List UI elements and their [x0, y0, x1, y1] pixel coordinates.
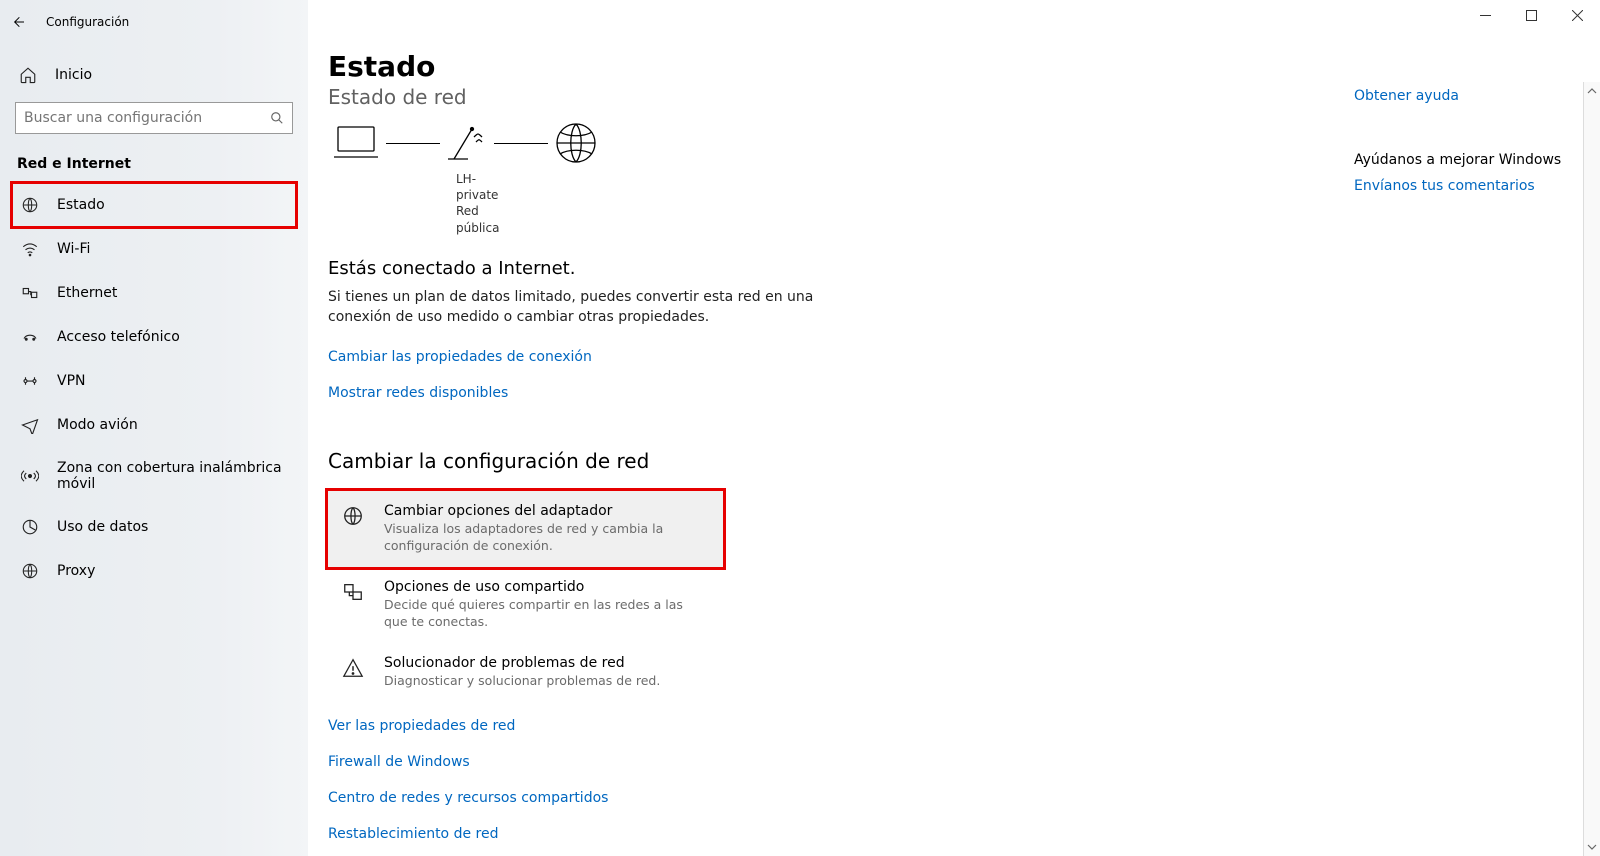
option-title: Cambiar opciones del adaptador — [384, 503, 709, 519]
sidebar-item-proxy[interactable]: Proxy — [15, 550, 293, 592]
search-icon — [270, 111, 284, 125]
diagram-labels: LH-private Red pública — [328, 171, 456, 236]
back-button[interactable] — [10, 14, 30, 30]
option-title: Opciones de uso compartido — [384, 579, 709, 595]
sidebar-item-label: Wi-Fi — [57, 241, 90, 257]
search-box[interactable] — [15, 102, 293, 134]
sidebar-item-label: Zona con cobertura inalámbrica móvil — [57, 460, 287, 492]
dialup-icon — [21, 328, 39, 346]
data-usage-icon — [21, 518, 39, 536]
sidebar-home-label: Inicio — [55, 67, 92, 83]
sidebar-item-wifi[interactable]: Wi-Fi — [15, 228, 293, 270]
sidebar-item-label: Modo avión — [57, 417, 138, 433]
titlebar: Configuración — [0, 4, 308, 40]
close-button[interactable] — [1554, 0, 1600, 30]
link-windows-firewall[interactable]: Firewall de Windows — [328, 754, 1600, 770]
option-subtitle: Decide qué quieres compartir en las rede… — [384, 597, 709, 631]
sidebar-item-label: Acceso telefónico — [57, 329, 180, 345]
feedback-title: Ayúdanos a mejorar Windows — [1354, 152, 1564, 168]
globe-icon — [342, 505, 364, 527]
sidebar: Configuración Inicio Red e Internet Esta… — [0, 0, 308, 856]
vpn-icon — [21, 372, 39, 390]
sidebar-section-label: Red e Internet — [15, 156, 293, 184]
scroll-up-icon[interactable] — [1587, 86, 1597, 96]
page-title: Estado — [328, 50, 1600, 83]
link-get-help[interactable]: Obtener ayuda — [1354, 88, 1564, 104]
sidebar-item-dialup[interactable]: Acceso telefónico — [15, 316, 293, 358]
sidebar-item-ethernet[interactable]: Ethernet — [15, 272, 293, 314]
airplane-icon — [21, 416, 39, 434]
search-input[interactable] — [24, 110, 270, 126]
diagram-line — [386, 143, 440, 144]
wifi-icon — [21, 240, 39, 258]
globe-icon — [21, 196, 39, 214]
warning-icon — [342, 657, 364, 679]
scroll-down-icon[interactable] — [1587, 842, 1597, 852]
minimize-button[interactable] — [1462, 0, 1508, 30]
help-column: Obtener ayuda Ayúdanos a mejorar Windows… — [1354, 88, 1564, 194]
vertical-scrollbar[interactable] — [1583, 82, 1600, 856]
sidebar-item-label: Proxy — [57, 563, 95, 579]
sidebar-item-estado[interactable]: Estado — [15, 184, 293, 226]
wifi-diagram-icon — [446, 123, 488, 163]
sidebar-item-label: Ethernet — [57, 285, 117, 301]
diagram-line — [494, 143, 548, 144]
link-show-available-networks[interactable]: Mostrar redes disponibles — [328, 385, 508, 401]
sidebar-item-hotspot[interactable]: Zona con cobertura inalámbrica móvil — [15, 448, 293, 504]
proxy-icon — [21, 562, 39, 580]
hotspot-icon — [21, 467, 39, 485]
maximize-button[interactable] — [1508, 0, 1554, 30]
option-troubleshooter[interactable]: Solucionador de problemas de red Diagnos… — [328, 643, 723, 702]
link-send-feedback[interactable]: Envíanos tus comentarios — [1354, 178, 1535, 194]
globe-diagram-icon — [554, 121, 598, 165]
link-network-properties[interactable]: Ver las propiedades de red — [328, 718, 1600, 734]
link-network-reset[interactable]: Restablecimiento de red — [328, 826, 1600, 842]
option-title: Solucionador de problemas de red — [384, 655, 660, 671]
subheading-change-network-config: Cambiar la configuración de red — [328, 449, 1600, 473]
option-subtitle: Diagnosticar y solucionar problemas de r… — [384, 673, 660, 690]
sidebar-item-label: VPN — [57, 373, 86, 389]
sidebar-item-label: Estado — [57, 197, 105, 213]
computer-icon — [332, 123, 380, 163]
option-subtitle: Visualiza los adaptadores de red y cambi… — [384, 521, 709, 555]
home-icon — [19, 66, 37, 84]
sidebar-item-vpn[interactable]: VPN — [15, 360, 293, 402]
sidebar-item-label: Uso de datos — [57, 519, 148, 535]
window-controls — [1462, 0, 1600, 30]
link-network-sharing-center[interactable]: Centro de redes y recursos compartidos — [328, 790, 1600, 806]
connected-title: Estás conectado a Internet. — [328, 258, 1600, 279]
option-adapter-settings[interactable]: Cambiar opciones del adaptador Visualiza… — [328, 491, 723, 567]
sharing-icon — [342, 581, 364, 603]
main-content: Estado Estado de red LH-private Red públ… — [308, 0, 1600, 856]
option-sharing-settings[interactable]: Opciones de uso compartido Decide qué qu… — [328, 567, 723, 643]
sidebar-item-datausage[interactable]: Uso de datos — [15, 506, 293, 548]
ethernet-icon — [21, 284, 39, 302]
link-change-connection-props[interactable]: Cambiar las propiedades de conexión — [328, 349, 592, 365]
app-title: Configuración — [46, 15, 129, 29]
sidebar-home[interactable]: Inicio — [15, 60, 293, 102]
sidebar-item-airplane[interactable]: Modo avión — [15, 404, 293, 446]
connected-description: Si tienes un plan de datos limitado, pue… — [328, 287, 848, 328]
